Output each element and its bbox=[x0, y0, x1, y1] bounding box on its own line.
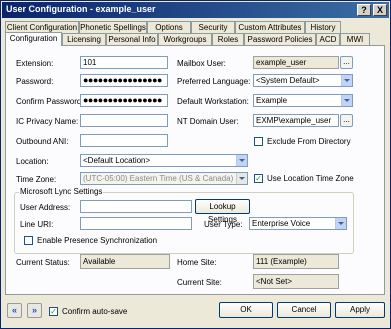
nt-domain-user-label: NT Domain User: bbox=[177, 117, 239, 126]
user-type-value: Enterprise Voice bbox=[252, 219, 311, 228]
ok-button[interactable]: OK bbox=[219, 302, 273, 318]
chevron-down-icon bbox=[341, 75, 352, 86]
chevron-down-icon bbox=[236, 173, 247, 184]
confirm-autosave-label: Confirm auto-save bbox=[62, 307, 128, 316]
user-type-label: User Type: bbox=[204, 220, 243, 229]
configuration-panel: Extension: 101 Password: ●●●●●●●●●●●●●●●… bbox=[5, 45, 385, 295]
chevron-down-icon bbox=[335, 218, 346, 229]
help-button[interactable]: ? bbox=[357, 4, 371, 16]
exclude-from-directory-checkbox[interactable] bbox=[254, 137, 263, 146]
outbound-ani-field[interactable] bbox=[80, 134, 168, 147]
location-value: <Default Location> bbox=[83, 156, 151, 165]
time-zone-value: (UTC-05:00) Eastern Time (US & Canada) bbox=[83, 174, 234, 183]
tab-configuration[interactable]: Configuration bbox=[5, 32, 62, 46]
exclude-from-directory-label: Exclude From Directory bbox=[267, 137, 351, 146]
outbound-ani-label: Outbound ANI: bbox=[16, 137, 69, 146]
default-workstation-label: Default Workstation: bbox=[177, 97, 249, 106]
extension-field[interactable]: 101 bbox=[80, 56, 168, 69]
enable-presence-sync-label: Enable Presence Synchronization bbox=[37, 236, 158, 245]
location-select[interactable]: <Default Location> bbox=[80, 154, 248, 167]
confirm-autosave-checkbox[interactable]: ✓ bbox=[49, 307, 58, 316]
use-location-time-zone-checkbox[interactable]: ✓ bbox=[254, 174, 263, 183]
user-configuration-window: User Configuration - example_user ? X Cl… bbox=[0, 0, 391, 329]
user-address-label: User Address: bbox=[20, 203, 71, 212]
mailbox-user-label: Mailbox User: bbox=[177, 59, 226, 68]
cancel-button[interactable]: Cancel bbox=[277, 302, 331, 318]
mailbox-user-browse-button[interactable]: ... bbox=[340, 56, 353, 69]
confirm-password-field[interactable]: ●●●●●●●●●●●●●●●● bbox=[80, 94, 168, 107]
ic-privacy-name-label: IC Privacy Name: bbox=[16, 117, 79, 126]
line-uri-label: Line URI: bbox=[20, 220, 54, 229]
title-bar: User Configuration - example_user ? X bbox=[2, 2, 389, 18]
tab-security[interactable]: Security bbox=[191, 21, 235, 33]
enable-presence-sync-checkbox[interactable] bbox=[24, 236, 33, 245]
current-site-field: <Not Set> bbox=[253, 274, 339, 289]
close-button[interactable]: X bbox=[373, 4, 387, 16]
tab-password-policies[interactable]: Password Policies bbox=[244, 33, 316, 45]
tab-mwi[interactable]: MWI bbox=[340, 33, 370, 45]
tab-acd[interactable]: ACD bbox=[316, 33, 340, 45]
tab-history[interactable]: History bbox=[305, 21, 341, 33]
lookup-settings-button[interactable]: Lookup Settings bbox=[195, 199, 250, 224]
next-user-button[interactable]: » bbox=[27, 303, 42, 318]
user-address-field[interactable] bbox=[80, 200, 192, 213]
tab-licensing[interactable]: Licensing bbox=[62, 33, 106, 45]
time-zone-select: (UTC-05:00) Eastern Time (US & Canada) bbox=[80, 172, 248, 185]
ic-privacy-name-field[interactable] bbox=[80, 114, 168, 127]
tab-personal-info[interactable]: Personal Info bbox=[106, 33, 158, 45]
line-uri-field[interactable] bbox=[80, 217, 192, 230]
previous-user-button[interactable]: « bbox=[7, 303, 22, 318]
user-type-select[interactable]: Enterprise Voice bbox=[249, 217, 347, 230]
current-site-label: Current Site: bbox=[177, 278, 222, 287]
preferred-language-select[interactable]: <System Default> bbox=[253, 74, 353, 87]
lync-settings-title: Microsoft Lync Settings bbox=[19, 187, 104, 196]
tab-workgroups[interactable]: Workgroups bbox=[158, 33, 212, 45]
window-title: User Configuration - example_user bbox=[6, 4, 156, 14]
location-label: Location: bbox=[16, 157, 49, 166]
tab-options[interactable]: Options bbox=[147, 21, 191, 33]
double-left-arrow-icon: « bbox=[11, 305, 17, 315]
extension-label: Extension: bbox=[16, 59, 54, 68]
use-location-time-zone-label: Use Location Time Zone bbox=[267, 174, 354, 183]
home-site-label: Home Site: bbox=[177, 258, 217, 267]
nt-domain-user-field[interactable]: EXMP\example_user bbox=[253, 114, 339, 127]
home-site-field: 111 (Example) bbox=[253, 254, 339, 269]
default-workstation-value: Example bbox=[256, 96, 288, 105]
double-right-arrow-icon: » bbox=[31, 305, 37, 315]
current-status-label: Current Status: bbox=[16, 258, 70, 267]
chevron-down-icon bbox=[236, 155, 247, 166]
nt-domain-user-browse-button[interactable]: ... bbox=[340, 114, 353, 127]
password-field[interactable]: ●●●●●●●●●●●●●●●● bbox=[80, 74, 168, 87]
time-zone-label: Time Zone: bbox=[16, 175, 57, 184]
mailbox-user-field: example_user bbox=[253, 56, 339, 69]
preferred-language-label: Preferred Language: bbox=[177, 77, 251, 86]
password-label: Password: bbox=[16, 77, 54, 86]
tab-custom-attributes[interactable]: Custom Attributes bbox=[235, 21, 305, 33]
confirm-password-label: Confirm Password: bbox=[16, 97, 84, 106]
current-status-field: Available bbox=[80, 254, 170, 269]
chevron-down-icon bbox=[341, 95, 352, 106]
apply-button[interactable]: Apply bbox=[335, 302, 385, 318]
default-workstation-select[interactable]: Example bbox=[253, 94, 353, 107]
tab-roles[interactable]: Roles bbox=[212, 33, 244, 45]
preferred-language-value: <System Default> bbox=[256, 76, 320, 85]
tab-phonetic-spellings[interactable]: Phonetic Spellings bbox=[79, 21, 147, 33]
